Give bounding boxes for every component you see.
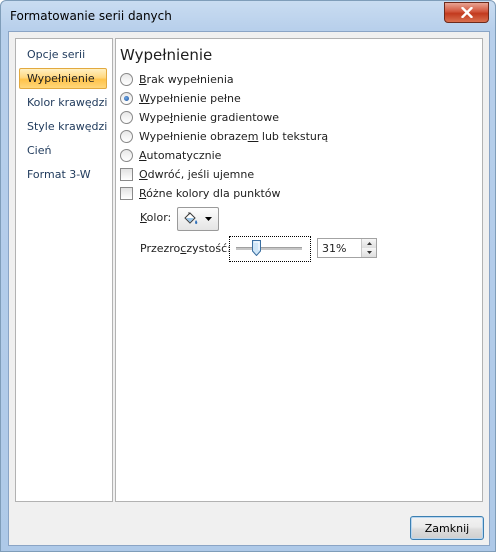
chevron-up-icon [366,242,372,245]
radio-button[interactable] [120,129,133,143]
nav-item-cien[interactable]: Cień [19,140,107,161]
spin-buttons [361,239,376,257]
transparency-slider[interactable] [229,236,311,262]
radio-button[interactable] [120,91,133,105]
dialog-body: Opcje serii Wypełnienie Kolor krawędzi S… [8,31,490,546]
spin-down-button[interactable] [362,248,376,257]
category-list: Opcje serii Wypełnienie Kolor krawędzi S… [15,38,113,502]
slider-thumb[interactable] [251,240,261,256]
checkbox[interactable] [120,186,133,200]
checkbox-vary-colors[interactable]: Różne kolory dla punktów [120,185,281,201]
dialog-window: Formatowanie serii danych Opcje serii Wy… [0,0,496,552]
radio-automatic[interactable]: Automatycznie [120,147,221,163]
radio-label: Automatycznie [139,148,222,162]
nav-item-kolor-krawedzi[interactable]: Kolor krawędzi [19,92,107,113]
close-button[interactable]: Zamknij [410,516,484,540]
window-close-button[interactable] [444,2,489,23]
checkbox-label: Różne kolory dla punktów [139,186,281,200]
spin-up-button[interactable] [362,239,376,248]
nav-item-wypelnienie[interactable]: Wypełnienie [19,68,107,89]
radio-label: Wypełnienie gradientowe [139,110,280,124]
chevron-down-icon [366,251,372,254]
transparency-value[interactable]: 31% [322,242,346,255]
nav-item-format-3w[interactable]: Format 3-W [19,164,107,185]
radio-button[interactable] [120,148,133,162]
checkbox-invert-if-negative[interactable]: Odwróć, jeśli ujemne [120,166,254,182]
paint-bucket-icon [184,211,198,224]
radio-label: Wypełnienie pełne [139,91,241,105]
fill-panel: Wypełnienie Brak wypełnienia Wypełnienie… [115,38,483,502]
radio-button[interactable] [120,72,133,86]
color-label: Kolor: [140,211,172,224]
transparency-spinbox[interactable]: 31% [317,238,377,258]
slider-track [236,247,302,250]
radio-label: Wypełnienie obrazem lub teksturą [139,129,329,143]
transparency-label: Przezroczystość: [140,242,231,255]
checkbox-label: Odwróć, jeśli ujemne [139,167,255,181]
title-bar[interactable]: Formatowanie serii danych [1,1,495,31]
window-title: Formatowanie serii danych [10,9,172,23]
close-icon [460,7,473,18]
radio-picture-fill[interactable]: Wypełnienie obrazem lub teksturą [120,128,328,144]
radio-label: Brak wypełnienia [139,72,234,86]
radio-no-fill[interactable]: Brak wypełnienia [120,71,234,87]
radio-button[interactable] [120,110,133,124]
nav-item-opcje-serii[interactable]: Opcje serii [19,44,107,65]
radio-solid-fill[interactable]: Wypełnienie pełne [120,90,241,106]
nav-item-style-krawedzi[interactable]: Style krawędzi [19,116,107,137]
chevron-down-icon [205,217,212,221]
checkbox[interactable] [120,167,133,181]
fill-color-picker[interactable] [177,207,219,231]
radio-gradient-fill[interactable]: Wypełnienie gradientowe [120,109,279,125]
section-title: Wypełnienie [120,46,213,64]
